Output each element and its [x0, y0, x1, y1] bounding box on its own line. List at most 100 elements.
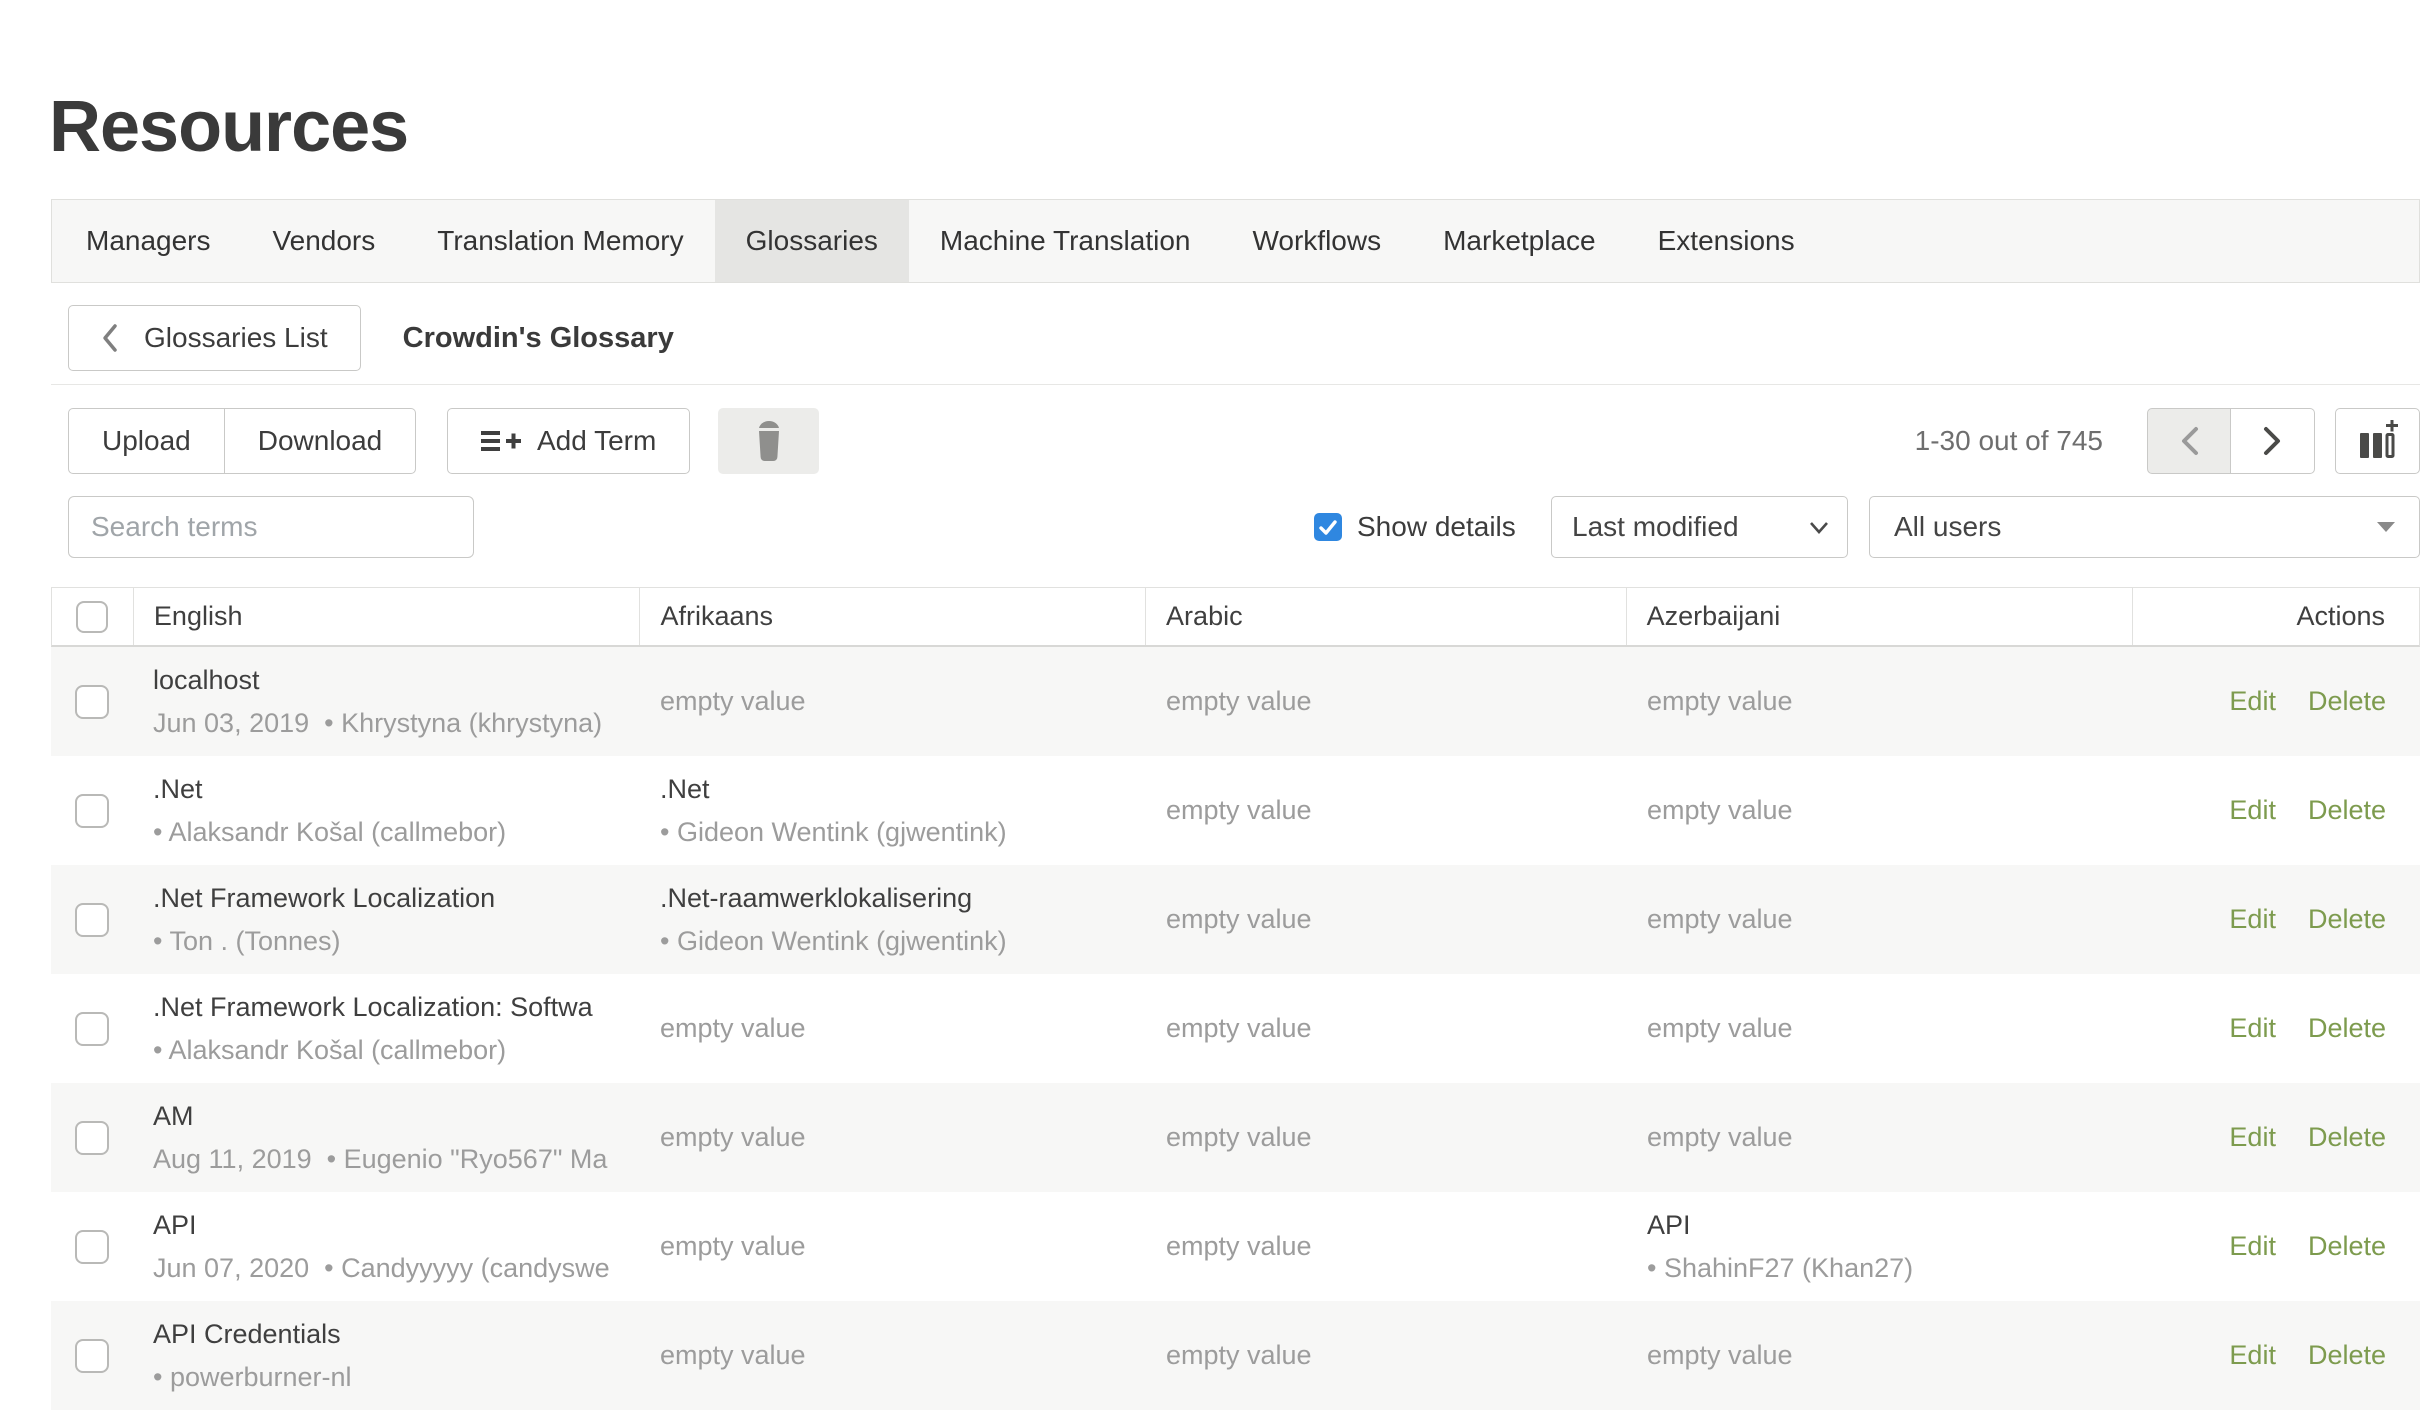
term-meta: Jun 07, 2020 • Candyyyyy (candyswe [153, 1251, 640, 1285]
tab-translation-memory[interactable]: Translation Memory [406, 200, 714, 282]
tab-extensions[interactable]: Extensions [1627, 200, 1826, 282]
cell-english: .Net • Alaksandr Košal (callmebor) [133, 756, 640, 865]
pagination-range-label: 1-30 out of 745 [1915, 408, 2103, 474]
empty-value: empty value [660, 686, 1146, 717]
term-meta: • Alaksandr Košal (callmebor) [153, 815, 640, 849]
cell-arabic: empty value [1146, 974, 1627, 1083]
delete-link[interactable]: Delete [2308, 795, 2386, 826]
delete-link[interactable]: Delete [2308, 904, 2386, 935]
term-text: .Net Framework Localization [153, 881, 640, 915]
row-checkbox[interactable] [75, 794, 109, 828]
cell-english: API Jun 07, 2020 • Candyyyyy (candyswe [133, 1192, 640, 1301]
row-checkbox[interactable] [75, 685, 109, 719]
sort-select[interactable]: Last modified [1551, 496, 1848, 558]
show-details-label: Show details [1357, 511, 1516, 543]
table-row: localhost Jun 03, 2019 • Khrystyna (khry… [51, 647, 2420, 756]
caret-down-icon [2377, 522, 2395, 532]
row-checkbox[interactable] [75, 903, 109, 937]
cell-azerbaijani: API • ShahinF27 (Khan27) [1627, 1192, 2134, 1301]
delete-link[interactable]: Delete [2308, 1340, 2386, 1371]
select-all-checkbox[interactable] [76, 601, 108, 633]
empty-value: empty value [660, 1013, 1146, 1044]
column-header-english: English [134, 588, 641, 645]
tab-workflows[interactable]: Workflows [1221, 200, 1412, 282]
row-check-cell [51, 1192, 133, 1301]
row-check-cell [51, 1083, 133, 1192]
term-meta: • powerburner-nl [153, 1360, 640, 1394]
empty-value: empty value [1166, 1340, 1627, 1371]
delete-link[interactable]: Delete [2308, 1122, 2386, 1153]
cell-afrikaans: empty value [640, 1192, 1146, 1301]
empty-value: empty value [1647, 1013, 2134, 1044]
upload-button[interactable]: Upload [68, 408, 225, 474]
row-checkbox[interactable] [75, 1339, 109, 1373]
empty-value: empty value [1647, 1122, 2134, 1153]
tab-marketplace[interactable]: Marketplace [1412, 200, 1627, 282]
glossary-terms-table: English Afrikaans Arabic Azerbaijani Act… [51, 587, 2420, 1410]
tab-machine-translation[interactable]: Machine Translation [909, 200, 1222, 282]
term-text: .Net Framework Localization: Softwa [153, 990, 640, 1024]
prev-page-button[interactable] [2147, 408, 2231, 474]
delete-link[interactable]: Delete [2308, 1013, 2386, 1044]
edit-link[interactable]: Edit [2229, 1340, 2276, 1371]
row-check-cell [51, 865, 133, 974]
add-term-label: Add Term [537, 425, 656, 457]
cell-azerbaijani: empty value [1627, 1083, 2134, 1192]
edit-link[interactable]: Edit [2229, 1013, 2276, 1044]
row-check-cell [51, 974, 133, 1083]
column-header-afrikaans: Afrikaans [640, 588, 1146, 645]
users-filter-select[interactable]: All users [1869, 496, 2420, 558]
list-plus-icon [481, 426, 521, 456]
manage-columns-button[interactable] [2335, 408, 2420, 474]
cell-afrikaans: empty value [640, 1083, 1146, 1192]
tab-glossaries[interactable]: Glossaries [715, 200, 909, 282]
cell-english: localhost Jun 03, 2019 • Khrystyna (khry… [133, 647, 640, 756]
resources-tabbar: Managers Vendors Translation Memory Glos… [51, 199, 2420, 283]
edit-link[interactable]: Edit [2229, 795, 2276, 826]
edit-link[interactable]: Edit [2229, 904, 2276, 935]
column-header-arabic: Arabic [1146, 588, 1627, 645]
search-input[interactable] [68, 496, 474, 558]
row-checkbox[interactable] [75, 1230, 109, 1264]
edit-link[interactable]: Edit [2229, 1122, 2276, 1153]
cell-english: .Net Framework Localization: Softwa • Al… [133, 974, 640, 1083]
cell-afrikaans: .Net • Gideon Wentink (gjwentink) [640, 756, 1146, 865]
chevron-left-icon [101, 323, 118, 353]
show-details-checkbox [1314, 513, 1342, 541]
cell-english: API Credentials • powerburner-nl [133, 1301, 640, 1410]
cell-actions: Edit Delete [2134, 1192, 2420, 1301]
show-details-toggle[interactable]: Show details [1314, 496, 1516, 558]
row-checkbox[interactable] [75, 1121, 109, 1155]
term-meta: Jun 03, 2019 • Khrystyna (khrystyna) [153, 706, 640, 740]
cell-azerbaijani: empty value [1627, 974, 2134, 1083]
edit-link[interactable]: Edit [2229, 686, 2276, 717]
tab-vendors[interactable]: Vendors [242, 200, 407, 282]
table-row: .Net Framework Localization: Softwa • Al… [51, 974, 2420, 1083]
empty-value: empty value [1166, 1122, 1627, 1153]
row-check-cell [51, 647, 133, 756]
cell-arabic: empty value [1146, 756, 1627, 865]
empty-value: empty value [1166, 904, 1627, 935]
cell-arabic: empty value [1146, 1083, 1627, 1192]
delete-link[interactable]: Delete [2308, 1231, 2386, 1262]
glossary-nav-row: Glossaries List Crowdin's Glossary [68, 305, 674, 371]
row-checkbox[interactable] [75, 1012, 109, 1046]
column-header-azerbaijani: Azerbaijani [1627, 588, 2134, 645]
filters-row: Show details Last modified All users [0, 496, 2435, 558]
term-meta: Aug 11, 2019 • Eugenio "Ryo567" Ma [153, 1142, 640, 1176]
delete-link[interactable]: Delete [2308, 686, 2386, 717]
cell-actions: Edit Delete [2134, 1301, 2420, 1410]
download-button[interactable]: Download [225, 408, 417, 474]
edit-link[interactable]: Edit [2229, 1231, 2276, 1262]
glossaries-list-back-button[interactable]: Glossaries List [68, 305, 361, 371]
empty-value: empty value [660, 1231, 1146, 1262]
delete-selected-button[interactable] [718, 408, 819, 474]
next-page-button[interactable] [2231, 408, 2315, 474]
row-check-cell [51, 1301, 133, 1410]
add-term-button[interactable]: Add Term [447, 408, 690, 474]
tab-managers[interactable]: Managers [55, 200, 242, 282]
empty-value: empty value [1166, 686, 1627, 717]
page-title: Resources [49, 86, 408, 168]
columns-plus-icon [2357, 420, 2399, 462]
empty-value: empty value [1166, 795, 1627, 826]
